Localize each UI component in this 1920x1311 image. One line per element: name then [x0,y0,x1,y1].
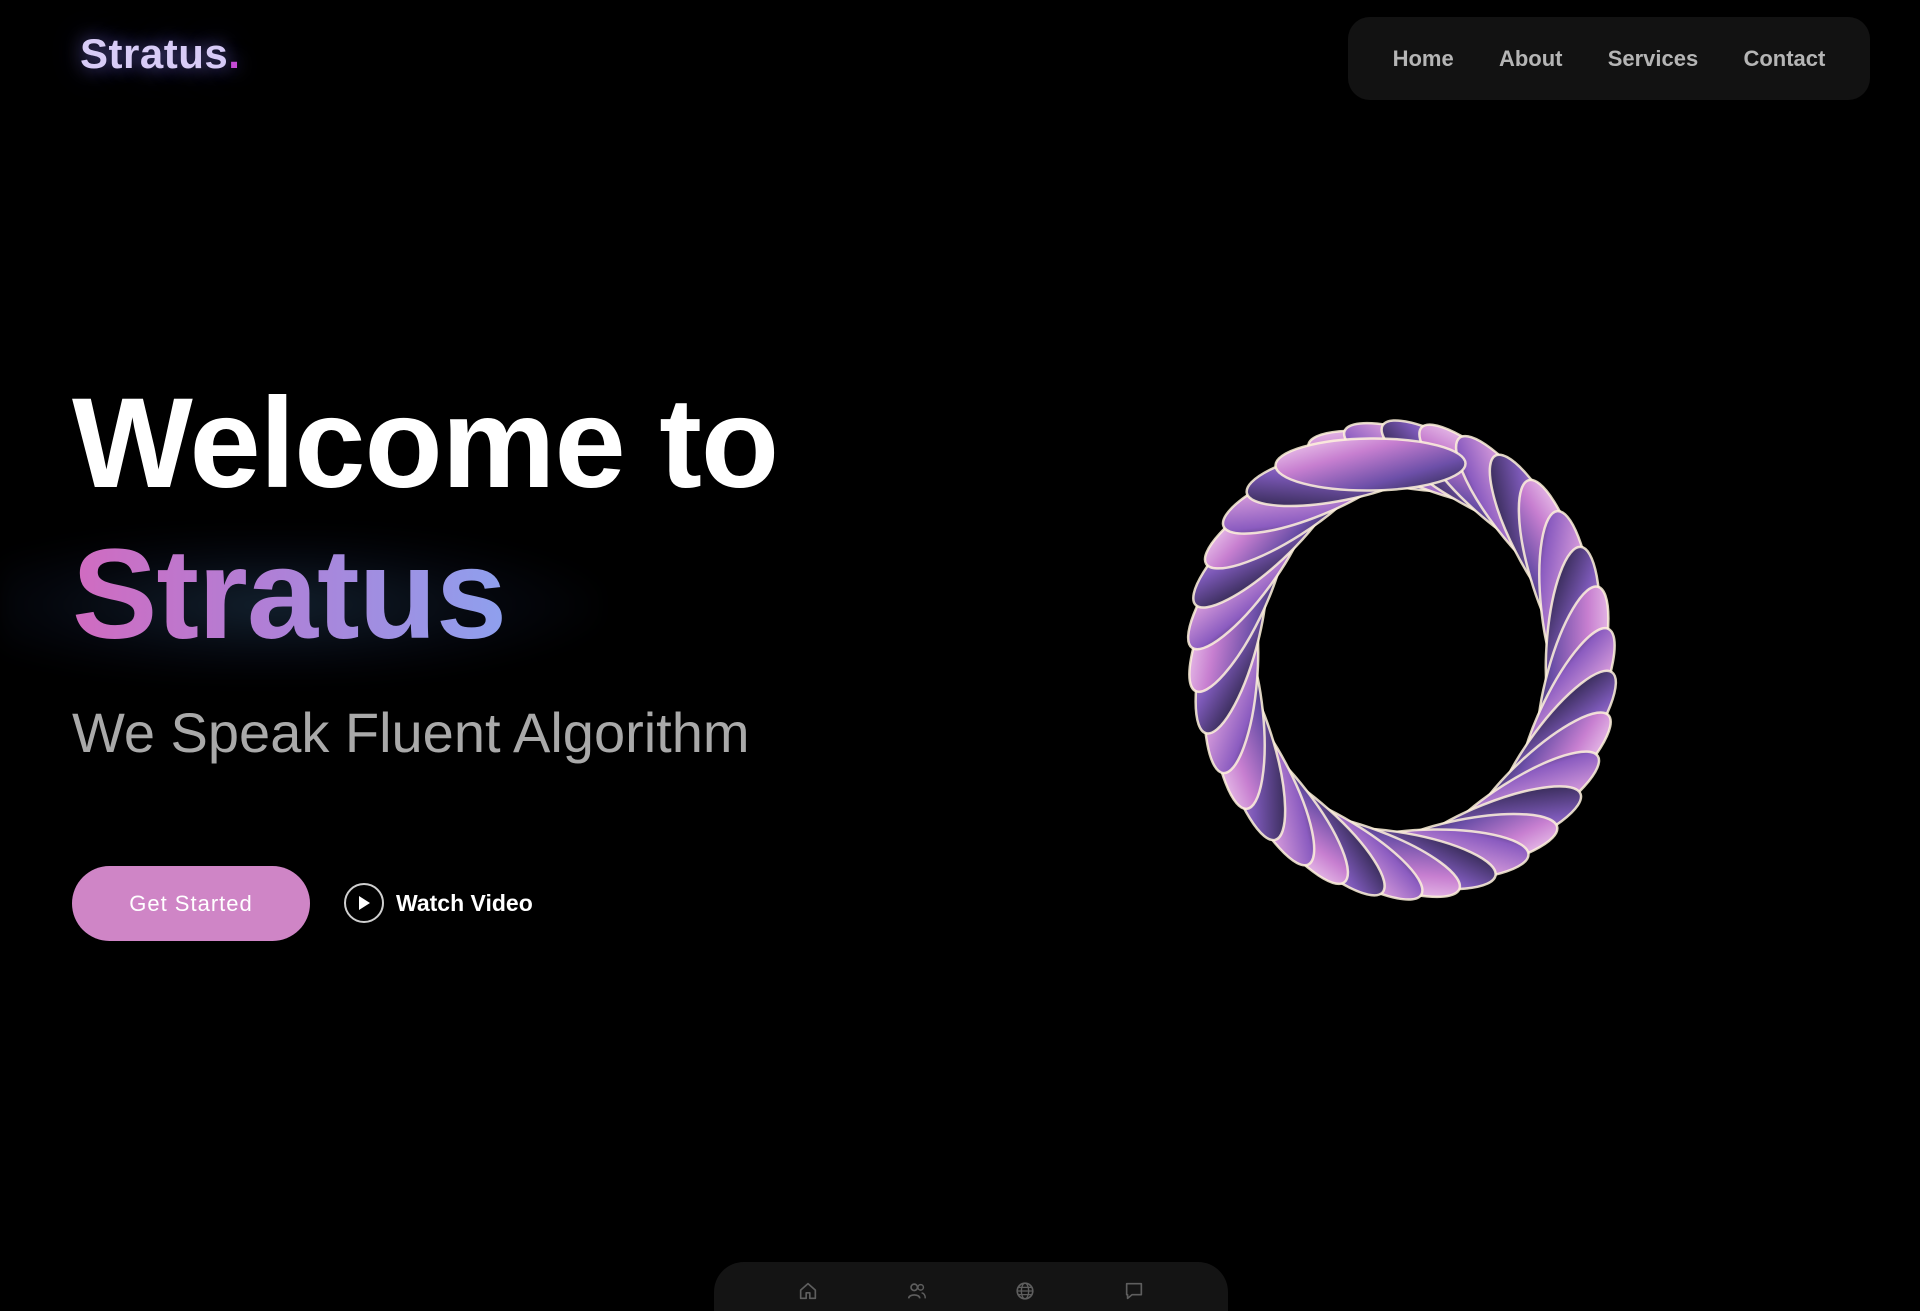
get-started-button[interactable]: Get Started [72,866,310,941]
torus-artwork [1186,419,1618,901]
home-icon[interactable] [797,1280,819,1302]
nav-services-link[interactable]: Services [1608,46,1699,72]
watch-video-label: Watch Video [396,889,533,916]
logo-dot: . [228,30,241,77]
torus-petal [1274,437,1467,492]
hero-title: Welcome to [72,372,779,515]
globe-icon[interactable] [1014,1280,1036,1302]
torus-hole [1307,535,1497,775]
chat-icon[interactable] [1123,1280,1145,1302]
hero-tagline: We Speak Fluent Algorithm [72,701,750,764]
logo[interactable]: Stratus. [80,30,240,78]
users-icon[interactable] [906,1280,928,1302]
landing-page: Stratus. Home About Services Contact Wel… [0,0,1920,1311]
play-circle-icon [344,883,384,923]
bottom-dock [714,1262,1228,1311]
play-triangle-icon [359,896,370,910]
nav-home-link[interactable]: Home [1393,46,1454,72]
hero-brand-name: Stratus [72,523,507,666]
nav-contact-link[interactable]: Contact [1743,46,1825,72]
watch-video-button[interactable]: Watch Video [344,880,533,926]
logo-text: Stratus [80,30,229,77]
top-nav: Home About Services Contact [1348,17,1870,100]
nav-about-link[interactable]: About [1499,46,1563,72]
